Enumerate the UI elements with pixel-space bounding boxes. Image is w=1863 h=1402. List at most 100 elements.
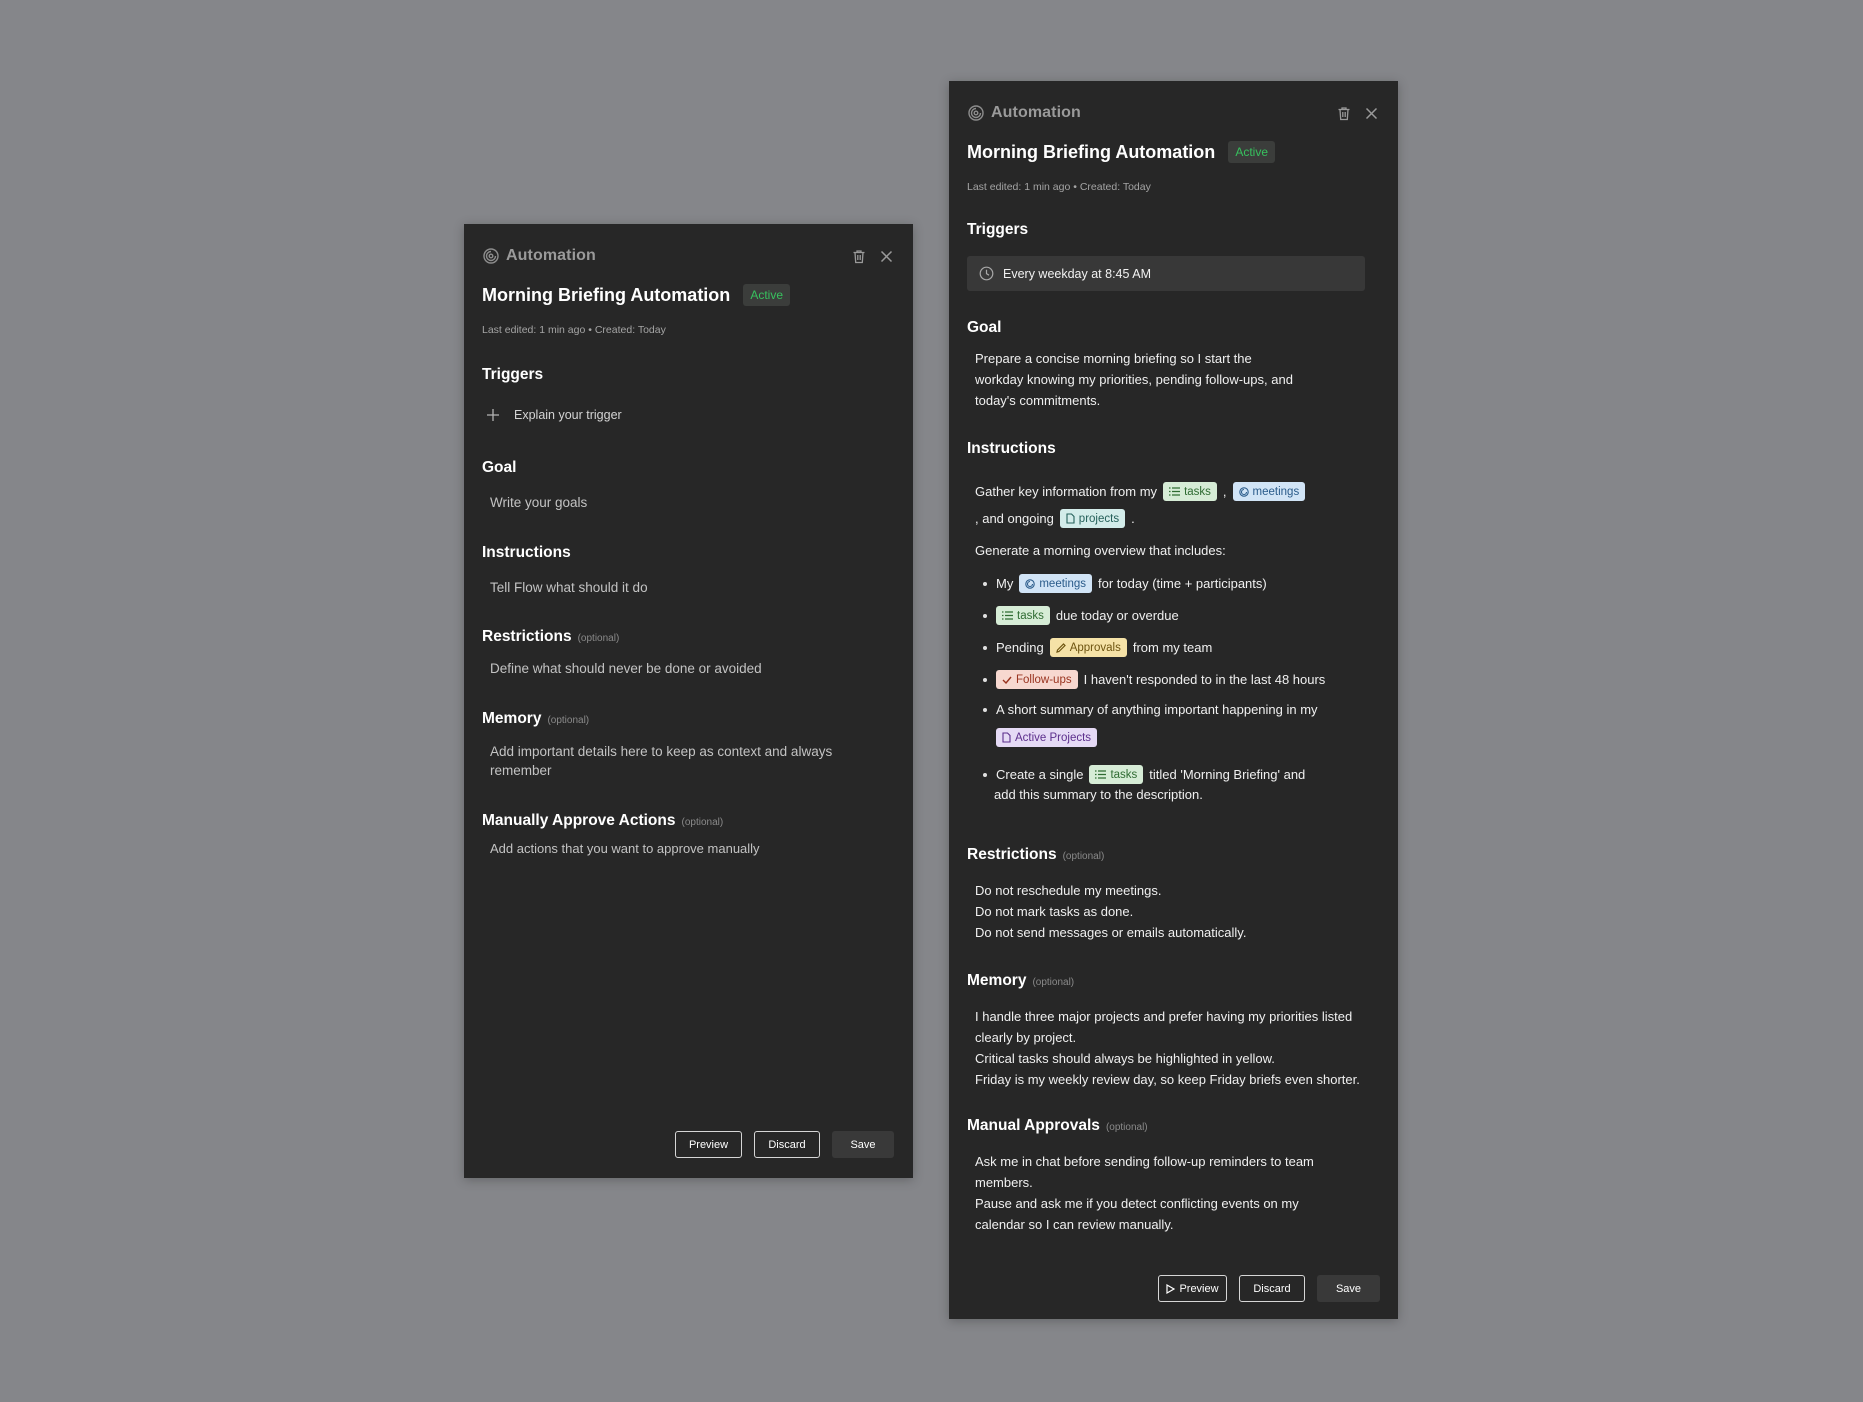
restriction-line: Do not mark tasks as done. — [975, 904, 1134, 919]
approval-line: calendar so I can review manually. — [975, 1217, 1174, 1232]
bullet-text: from my team — [1132, 640, 1213, 655]
preview-button[interactable]: Preview — [1158, 1275, 1227, 1302]
bullet-text: I haven't responded to in the last 48 ho… — [1083, 672, 1326, 687]
bullet-dot — [983, 613, 987, 618]
memory-placeholder-line: Add important details here to keep as co… — [490, 744, 833, 759]
approval-line: Ask me in chat before sending follow-up … — [975, 1154, 1314, 1169]
trash-icon[interactable] — [850, 247, 868, 265]
optional-label: (optional) — [1032, 977, 1075, 988]
memory-text[interactable]: I handle three major projects and prefer… — [975, 1006, 1360, 1090]
bullet-text: Pending — [996, 640, 1044, 655]
follow-ups-chip[interactable]: Follow-ups — [996, 670, 1078, 689]
goal-input[interactable]: Write your goals — [490, 495, 587, 510]
restrictions-heading-label: Restrictions — [482, 628, 572, 645]
memory-placeholder-line: remember — [490, 763, 552, 778]
close-icon[interactable] — [877, 247, 895, 265]
close-icon[interactable] — [1362, 104, 1380, 122]
approve-heading-label: Manually Approve Actions — [482, 812, 676, 829]
restrictions-heading: Restrictions (optional) — [482, 628, 619, 646]
restrictions-input[interactable]: Define what should never be done or avoi… — [490, 661, 762, 676]
goal-heading: Goal — [482, 459, 517, 476]
memory-line: I handle three major projects and prefer… — [975, 1009, 1353, 1024]
play-icon — [1166, 1283, 1176, 1294]
instructions-heading: Instructions — [967, 440, 1056, 457]
bullet-text: titled 'Morning Briefing' and — [1149, 767, 1306, 782]
approval-line: members. — [975, 1175, 1033, 1190]
memory-line: clearly by project. — [975, 1030, 1077, 1045]
goal-line: Prepare a concise morning briefing so I … — [975, 351, 1252, 366]
triggers-heading: Triggers — [482, 366, 544, 383]
last-edited-text: Last edited: 1 min ago — [967, 181, 1071, 193]
active-projects-chip[interactable]: Active Projects — [996, 728, 1098, 747]
discard-button[interactable]: Discard — [754, 1131, 820, 1158]
meeting-icon — [1238, 486, 1249, 497]
approve-heading: Manually Approve Actions (optional) — [482, 812, 723, 830]
trigger-value: Every weekday at 8:45 AM — [1003, 266, 1151, 281]
panel-header: Automation — [967, 101, 1380, 125]
app-title: Automation — [991, 104, 1081, 121]
tasks-chip[interactable]: tasks — [1089, 765, 1144, 784]
approve-input[interactable]: Add actions that you want to approve man… — [490, 841, 760, 856]
bullet-dot — [983, 645, 987, 650]
period-text: . — [1131, 511, 1135, 526]
meetings-chip[interactable]: meetings — [1019, 574, 1093, 593]
memory-input[interactable]: Add important details here to keep as co… — [490, 742, 832, 780]
chip-label: Active Projects — [1015, 731, 1092, 744]
approvals-chip[interactable]: Approvals — [1049, 638, 1127, 657]
discard-button[interactable]: Discard — [1239, 1275, 1305, 1302]
footer-actions: Preview Discard Save — [1158, 1275, 1380, 1302]
plus-icon — [486, 408, 500, 422]
restrictions-text[interactable]: Do not reschedule my meetings. Do not ma… — [975, 880, 1246, 943]
bullet-text: A short summary of anything important ha… — [996, 702, 1318, 717]
app-title: Automation — [506, 247, 596, 264]
list-item: Create a single tasks titled 'Morning Br… — [983, 765, 1305, 784]
bullet-text: My — [996, 576, 1014, 591]
restriction-line: Do not send messages or emails automatic… — [975, 925, 1247, 940]
instructions-line: , and ongoing projects . — [975, 509, 1135, 528]
chip-label: projects — [1078, 512, 1120, 525]
approvals-heading-label: Manual Approvals — [967, 1117, 1100, 1134]
document-icon — [1002, 732, 1011, 743]
bullet-text: for today (time + participants) — [1098, 576, 1267, 591]
edit-meta: Last edited: 1 min ago • Created: Today — [967, 181, 1151, 193]
chip-label: Approvals — [1069, 641, 1121, 654]
instructions-text: , and ongoing — [975, 511, 1054, 526]
list-item: My meetings for today (time + participan… — [983, 574, 1267, 593]
footer-actions: Preview Discard Save — [675, 1131, 894, 1158]
save-button[interactable]: Save — [832, 1131, 894, 1158]
instructions-input[interactable]: Tell Flow what should it do — [490, 580, 648, 595]
preview-label: Preview — [1179, 1282, 1219, 1295]
title-row: Morning Briefing Automation Active — [967, 141, 1275, 163]
trash-icon[interactable] — [1335, 104, 1353, 122]
tasks-chip[interactable]: tasks — [996, 606, 1050, 625]
meetings-chip[interactable]: meetings — [1232, 482, 1306, 501]
panel-header: Automation — [482, 244, 895, 268]
preview-button[interactable]: Preview — [675, 1131, 742, 1158]
chip-label: meetings — [1252, 485, 1300, 498]
memory-heading: Memory (optional) — [967, 972, 1074, 990]
list-item: Follow-ups I haven't responded to in the… — [983, 670, 1325, 689]
projects-chip[interactable]: projects — [1059, 509, 1126, 528]
bullet-dot — [983, 772, 987, 777]
save-button[interactable]: Save — [1317, 1275, 1380, 1302]
chip-label: Follow-ups — [1016, 673, 1072, 686]
automation-icon — [482, 247, 500, 265]
instructions-heading: Instructions — [482, 544, 571, 561]
approvals-text[interactable]: Ask me in chat before sending follow-up … — [975, 1151, 1314, 1235]
goal-text[interactable]: Prepare a concise morning briefing so I … — [975, 348, 1293, 411]
trigger-item[interactable]: Every weekday at 8:45 AM — [967, 256, 1365, 291]
automation-panel-filled: Automation Morning Briefing Automation A… — [949, 81, 1398, 1319]
title-row: Morning Briefing Automation Active — [482, 284, 790, 306]
tasks-chip[interactable]: tasks — [1163, 482, 1217, 501]
goal-line: today's commitments. — [975, 393, 1101, 408]
approval-icon — [1055, 642, 1066, 653]
instructions-text: Gather key information from my — [975, 484, 1158, 499]
add-trigger-button[interactable]: Explain your trigger — [486, 408, 622, 422]
optional-label: (optional) — [681, 817, 724, 828]
check-icon — [1002, 676, 1012, 684]
list-item-continuation: Active Projects — [996, 728, 1098, 747]
meeting-icon — [1025, 578, 1036, 589]
bullet-text: add this summary to the description. — [994, 787, 1203, 802]
bullet-dot — [983, 581, 987, 586]
bullet-dot — [983, 677, 987, 682]
